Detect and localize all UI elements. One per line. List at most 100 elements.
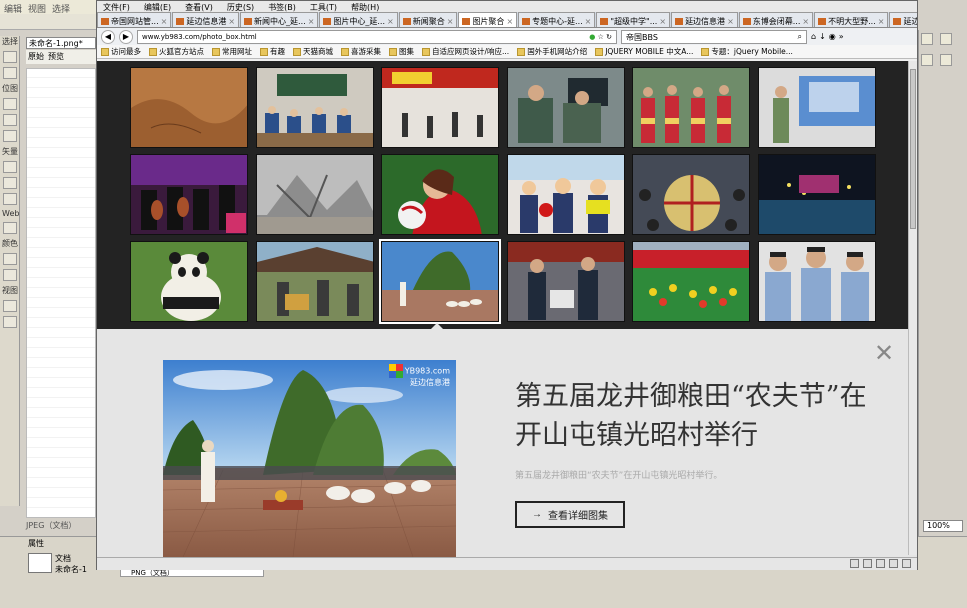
browser-tab[interactable]: 延边信息港× [889,12,917,27]
go-icon[interactable]: ● [589,33,595,41]
forward-button[interactable]: ▶ [119,29,133,44]
panel-toggle-icon[interactable] [939,33,952,45]
featured-photo[interactable]: YB983.com 延边信息港 [163,360,456,557]
bookmark-item[interactable]: 访问最多 [101,46,141,57]
bookmark-star-icon[interactable]: ☆ [598,33,604,41]
editor-menu-item[interactable]: 视图 [28,2,46,15]
gallery-thumbnail[interactable] [632,241,750,322]
bookmark-item[interactable]: 自适应网页设计/响应... [422,46,509,57]
browser-tab[interactable]: 延边信息港× [671,12,738,27]
bookmark-item[interactable]: 国外手机网站介绍 [517,46,587,57]
gallery-thumbnail[interactable] [130,154,248,235]
stroke-color-icon[interactable] [3,253,17,265]
menu-help[interactable]: 帮助(H) [351,2,379,12]
crop-tool-icon[interactable] [3,67,17,79]
gallery-thumbnail[interactable] [507,154,625,235]
browser-tab[interactable]: 不明大型野... × [814,12,889,27]
bookmark-item[interactable]: JQUERY MOBILE 中文A... [595,46,693,57]
gallery-thumbnail[interactable] [256,241,374,322]
browser-tab[interactable]: 新闻聚合 × [398,12,458,27]
menu-file[interactable]: 文件(F) [103,2,130,12]
gallery-thumbnail[interactable] [256,67,374,148]
browser-tab[interactable]: 帝国网站管... × [97,12,172,27]
hand-tool-icon[interactable] [3,300,17,312]
pen-tool-icon[interactable] [3,177,17,189]
menu-history[interactable]: 历史(S) [227,2,254,12]
panel-toggle-icon[interactable] [921,54,933,66]
line-tool-icon[interactable] [3,161,17,173]
bookmark-item[interactable]: 专题：jQuery Mobile... [701,46,793,57]
gallery-thumbnail[interactable] [379,239,501,324]
bookmark-item[interactable]: 图集 [389,46,414,57]
mode-preview-tab[interactable]: 预览 [48,51,64,63]
gallery-thumbnail[interactable] [130,67,248,148]
status-tool-icon[interactable] [876,559,885,568]
text-tool-icon[interactable] [3,193,17,205]
page-scrollbar[interactable] [908,61,917,555]
zoom-level[interactable]: 100% [923,520,963,532]
editor-document-tab[interactable]: 未命名-1.png* [26,37,96,49]
status-download-icon[interactable] [863,559,872,568]
editor-menu-item[interactable]: 选择 [52,2,70,15]
bookmark-item[interactable]: 有趣 [260,46,285,57]
bookmark-item[interactable]: 天猫商城 [293,46,333,57]
tab-close-icon[interactable]: × [659,17,666,26]
slice-tool-icon[interactable] [3,222,17,234]
panel-toggle-icon[interactable] [939,54,952,66]
browser-tab[interactable]: 新闻中心_延... × [240,12,319,27]
tab-close-icon[interactable]: × [506,17,513,26]
tab-close-icon[interactable]: × [878,17,885,26]
gallery-thumbnail[interactable] [507,241,625,322]
tab-close-icon[interactable]: × [308,17,315,26]
gallery-thumbnail[interactable] [381,67,499,148]
tab-close-icon[interactable]: × [161,17,168,26]
gallery-thumbnail[interactable] [758,241,876,322]
bookmark-item[interactable]: 火狐官方站点 [149,46,204,57]
reload-icon[interactable]: ↻ [606,33,612,41]
view-album-button[interactable]: → 查看详细图集 [515,501,625,528]
download-icon[interactable]: ↓ [819,32,826,41]
address-bar[interactable]: www.yb983.com/photo_box.html ● ☆ ↻ [137,29,617,44]
gallery-thumbnail[interactable] [507,67,625,148]
mode-original-tab[interactable]: 原始 [28,51,44,63]
menu-bookmarks[interactable]: 书签(B) [268,2,296,12]
editor-canvas[interactable] [26,68,96,518]
gallery-thumbnail[interactable] [381,154,499,235]
editor-menu-item[interactable]: 编辑 [4,2,22,15]
back-button[interactable]: ◀ [101,29,115,44]
addon-icon[interactable]: ◉ [829,32,836,41]
close-icon[interactable]: ✕ [873,341,895,365]
gallery-thumbnail[interactable] [256,154,374,235]
pointer-tool-icon[interactable] [3,51,17,63]
tab-close-icon[interactable]: × [727,17,734,26]
search-icon[interactable]: ⌕ [798,32,802,42]
browser-tab[interactable]: 图片聚合 × [458,12,518,27]
tab-close-icon[interactable]: × [387,17,394,26]
fill-color-icon[interactable] [3,269,17,281]
zoom-tool-icon[interactable] [3,316,17,328]
browser-tab[interactable]: "超级中学"... × [596,12,671,27]
panel-toggle-icon[interactable] [921,33,933,45]
brush-tool-icon[interactable] [3,114,17,126]
gallery-thumbnail[interactable] [758,154,876,235]
status-tool-icon[interactable] [902,559,911,568]
menu-view[interactable]: 查看(V) [185,2,213,12]
gallery-thumbnail[interactable] [758,67,876,148]
menu-arrow-icon[interactable]: » [839,32,844,41]
menu-edit[interactable]: 编辑(E) [144,2,171,12]
tab-close-icon[interactable]: × [447,17,454,26]
gallery-thumbnail[interactable] [632,67,750,148]
search-box[interactable]: 帝国BBS ⌕ [621,29,807,44]
gallery-thumbnail[interactable] [632,154,750,235]
home-icon[interactable]: ⌂ [811,32,816,41]
eraser-tool-icon[interactable] [3,130,17,142]
tab-close-icon[interactable]: × [585,17,592,26]
browser-tab[interactable]: 东博会闭幕... × [738,12,814,27]
menu-tools[interactable]: 工具(T) [310,2,337,12]
tab-close-icon[interactable]: × [228,17,235,26]
properties-title[interactable]: 属性 [28,538,44,549]
bookmark-item[interactable]: 喜游采集 [341,46,381,57]
gallery-thumbnail[interactable] [130,241,248,322]
tab-close-icon[interactable]: × [802,17,809,26]
lasso-tool-icon[interactable] [3,98,17,110]
